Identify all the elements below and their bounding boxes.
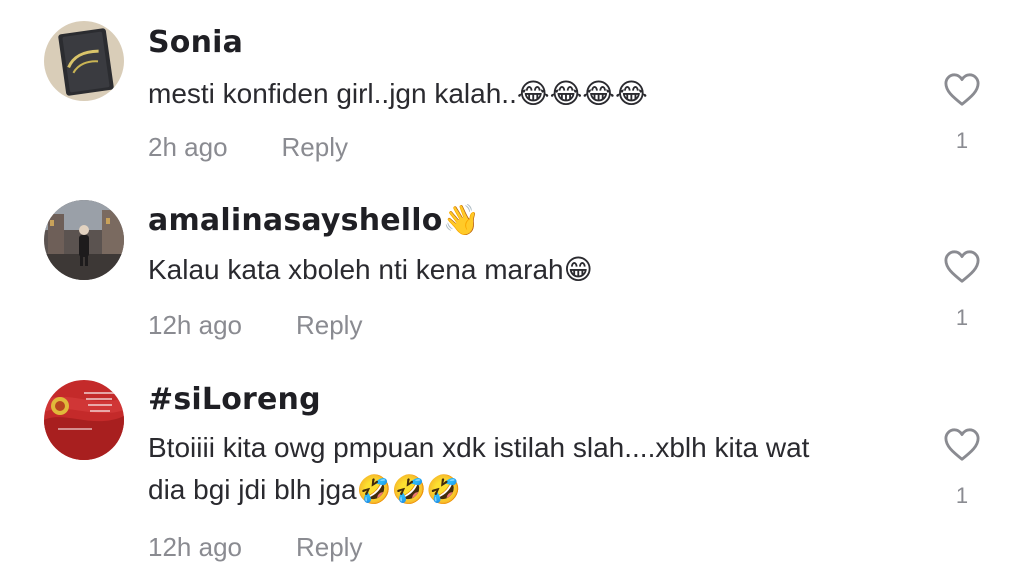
reply-button[interactable]: Reply: [296, 532, 362, 562]
comment-text: mesti konfiden girl..jgn kalah..😂😂😂😂: [148, 78, 648, 109]
avatar[interactable]: [44, 21, 124, 101]
avatar[interactable]: [44, 200, 124, 280]
like-count: 1: [955, 483, 969, 508]
comment-text: Btoiiii kita owg pmpuan xdk istilah slah…: [148, 432, 810, 505]
comment-meta: 12h ago Reply: [148, 310, 362, 341]
comment-time: 2h ago: [148, 132, 228, 162]
comment-username[interactable]: #siLoreng: [148, 382, 321, 417]
reply-button[interactable]: Reply: [282, 132, 348, 162]
comment-time: 12h ago: [148, 310, 242, 340]
avatar[interactable]: [44, 380, 124, 460]
comment-item: Sonia mesti konfiden girl..jgn kalah..😂😂…: [0, 0, 1026, 180]
heart-icon[interactable]: [943, 427, 981, 463]
comment-list: Sonia mesti konfiden girl..jgn kalah..😂😂…: [0, 0, 1026, 578]
like-count: 1: [955, 305, 969, 330]
red-flag-avatar-icon: [44, 380, 124, 460]
comment-item: #siLoreng Btoiiii kita owg pmpuan xdk is…: [0, 360, 1026, 578]
comment-meta: 12h ago Reply: [148, 532, 362, 563]
comment-username[interactable]: Sonia: [148, 25, 243, 60]
comment-text: Kalau kata xboleh nti kena marah😁: [148, 254, 593, 285]
like-button[interactable]: 1: [938, 427, 986, 509]
comment-time: 12h ago: [148, 532, 242, 562]
like-count: 1: [955, 128, 969, 153]
street-photo-avatar-icon: [44, 200, 124, 280]
heart-icon[interactable]: [943, 72, 981, 108]
like-button[interactable]: 1: [938, 72, 986, 154]
like-button[interactable]: 1: [938, 249, 986, 331]
reply-button[interactable]: Reply: [296, 310, 362, 340]
comment-item: amalinasayshello👋 Kalau kata xboleh nti …: [0, 180, 1026, 360]
comment-username[interactable]: amalinasayshello👋: [148, 203, 480, 238]
comment-meta: 2h ago Reply: [148, 132, 348, 163]
heart-icon[interactable]: [943, 249, 981, 285]
journal-book-avatar-icon: [44, 21, 124, 101]
